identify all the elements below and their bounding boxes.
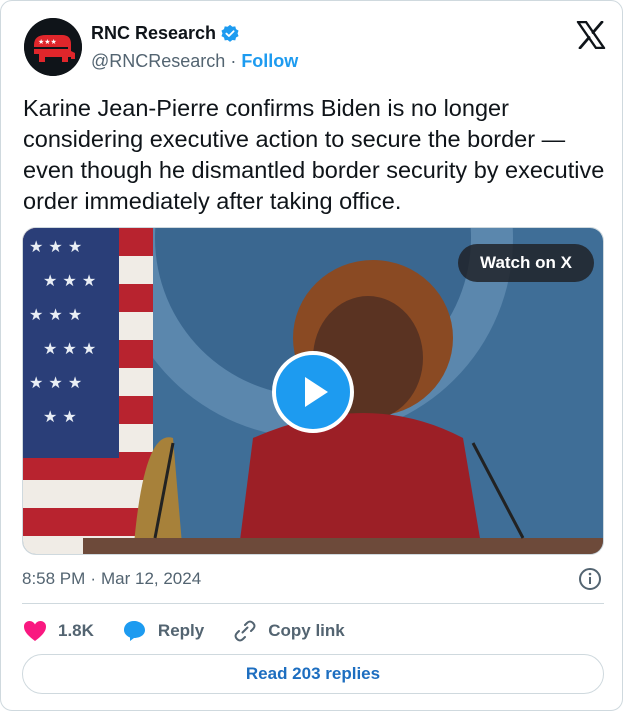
watch-on-x-button[interactable]: Watch on X xyxy=(458,244,594,282)
svg-text:★ ★ ★: ★ ★ ★ xyxy=(29,305,82,324)
avatar[interactable]: ★★★ xyxy=(24,18,82,76)
author-name[interactable]: RNC Research xyxy=(91,23,216,44)
link-icon xyxy=(234,620,256,642)
read-replies-button[interactable]: Read 203 replies xyxy=(22,654,604,694)
like-count: 1.8K xyxy=(58,621,94,640)
svg-text:★★★: ★★★ xyxy=(38,38,57,46)
svg-text:★ ★ ★: ★ ★ ★ xyxy=(43,339,96,358)
copy-link-button[interactable]: Copy link xyxy=(232,619,345,643)
play-button[interactable] xyxy=(272,351,354,433)
separator-dot: · xyxy=(90,569,96,588)
x-logo-icon[interactable] xyxy=(576,21,606,49)
tweet-date[interactable]: Mar 12, 2024 xyxy=(101,569,201,589)
svg-text:★ ★ ★: ★ ★ ★ xyxy=(29,237,82,256)
author-handle[interactable]: @RNCResearch xyxy=(91,51,225,72)
copy-link-label: Copy link xyxy=(268,621,345,640)
follow-button[interactable]: Follow xyxy=(241,51,298,72)
tweet-text: Karine Jean-Pierre confirms Biden is no … xyxy=(23,95,605,214)
reply-label: Reply xyxy=(157,621,205,640)
info-icon[interactable] xyxy=(578,567,602,591)
separator-dot: · xyxy=(230,51,237,71)
author-name-row: RNC Research xyxy=(91,23,240,44)
reply-button[interactable]: Reply xyxy=(122,619,204,643)
like-button[interactable]: 1.8K xyxy=(22,619,94,643)
svg-text:★ ★: ★ ★ xyxy=(43,407,77,426)
verified-badge-icon xyxy=(221,24,239,42)
heart-icon xyxy=(24,621,46,641)
timestamp[interactable]: 8:58 PM · Mar 12, 2024 xyxy=(22,569,201,589)
svg-text:★ ★ ★: ★ ★ ★ xyxy=(29,373,82,392)
play-icon xyxy=(305,377,328,407)
elephant-logo-icon: ★★★ xyxy=(24,18,82,76)
reply-bubble-icon xyxy=(123,621,145,641)
handle-row: @RNCResearch · Follow xyxy=(91,51,298,72)
action-bar: 1.8K Reply Copy link xyxy=(22,617,345,645)
tweet-time[interactable]: 8:58 PM xyxy=(22,569,85,589)
svg-text:★ ★ ★: ★ ★ ★ xyxy=(43,271,96,290)
divider xyxy=(22,603,604,604)
